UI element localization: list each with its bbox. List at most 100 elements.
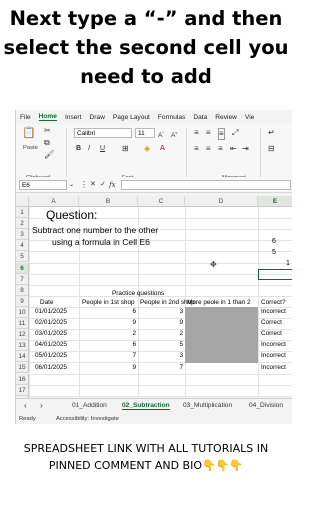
decrease-font-icon[interactable]: Av xyxy=(171,128,177,141)
menu-formulas[interactable]: Formulas xyxy=(158,114,185,121)
status-ready: Ready xyxy=(19,416,36,422)
borders-icon[interactable]: ⊞ xyxy=(122,144,129,154)
menu-view[interactable]: Vie xyxy=(245,114,254,121)
paste-icon[interactable]: 📋 xyxy=(22,128,36,142)
prev-sheet-icon[interactable]: ‹ xyxy=(24,401,27,411)
table-cell-date: 01/01/2025 xyxy=(35,308,67,315)
table-cell-result: Incorrect xyxy=(261,352,286,360)
col-header-a[interactable]: A xyxy=(29,196,79,207)
decrease-indent-icon[interactable]: ⇤ xyxy=(230,144,237,154)
question-line-1: Subtract one number to the other xyxy=(32,225,159,235)
row-header[interactable]: 6 xyxy=(16,262,29,274)
col-header-b[interactable]: B xyxy=(79,196,138,207)
align-bottom-icon[interactable]: ≡ xyxy=(218,128,225,140)
font-color-icon[interactable]: A xyxy=(160,144,165,154)
practice-title: Practice questions xyxy=(112,290,165,297)
italic-button[interactable]: I xyxy=(88,144,90,154)
table-cell-date: 04/01/2025 xyxy=(35,341,67,349)
enter-icon[interactable]: ✓ xyxy=(100,180,106,190)
underline-button[interactable]: U xyxy=(100,144,105,154)
cut-icon[interactable]: ✂ xyxy=(44,126,51,136)
row-header[interactable]: 4 xyxy=(16,240,29,252)
row-header[interactable]: 8 xyxy=(16,284,29,296)
align-left-icon[interactable]: ≡ xyxy=(194,144,199,154)
font-size-select[interactable]: 11 xyxy=(135,128,155,138)
formula-bar: E6 ⌄ ⋮ ✕ ✓ fx xyxy=(16,177,292,193)
row-header[interactable]: 11 xyxy=(16,318,29,330)
cursor-icon: ✥ xyxy=(210,260,217,269)
menu-page-layout[interactable]: Page Layout xyxy=(113,114,150,121)
menu-file[interactable]: File xyxy=(20,114,31,121)
table-cell-shop2: 3 xyxy=(179,308,183,315)
row-header[interactable]: 10 xyxy=(16,306,29,318)
menu-home[interactable]: Home xyxy=(38,113,57,121)
row-header[interactable]: 17 xyxy=(16,384,29,396)
accessibility-status[interactable]: Accessibility: Investigate xyxy=(56,416,119,422)
name-box[interactable]: E6 xyxy=(19,180,67,190)
fill-color-icon[interactable]: ◈ xyxy=(144,144,150,154)
chevron-down-icon[interactable]: ⌄ xyxy=(69,180,74,190)
status-bar: Ready Accessibility: Investigate xyxy=(16,415,292,424)
row-header[interactable]: 1 xyxy=(16,207,29,219)
col-header-e[interactable]: E xyxy=(258,196,292,207)
table-cell-result: Incorrect xyxy=(261,341,286,349)
row-header[interactable]: 9 xyxy=(16,295,29,307)
col-header-c[interactable]: C xyxy=(138,196,185,207)
row-header[interactable]: 16 xyxy=(16,373,29,385)
fx-button[interactable]: fx xyxy=(109,180,116,190)
table-cell-date: 02/01/2025 xyxy=(35,319,67,327)
copy-icon[interactable]: ⧉ xyxy=(44,138,50,148)
menu-data[interactable]: Data xyxy=(193,114,207,121)
gridline-row xyxy=(29,384,292,386)
table-cell-date: 03/01/2025 xyxy=(35,330,67,338)
row-header[interactable]: 14 xyxy=(16,351,29,363)
question-title: Question: xyxy=(46,208,98,222)
format-painter-icon[interactable]: 🖌 xyxy=(44,150,54,160)
ribbon-tabs: File Home Insert Draw Page Layout Formul… xyxy=(16,110,292,124)
orientation-icon[interactable]: ⤢ xyxy=(232,128,238,138)
more-icon[interactable]: ⋮ xyxy=(80,180,88,190)
row-header[interactable]: 2 xyxy=(16,218,29,230)
table-cell-shop1: 9 xyxy=(132,319,136,327)
ribbon-divider xyxy=(186,128,187,178)
col-header-d[interactable]: D xyxy=(185,196,258,207)
font-name-select[interactable]: Calibri xyxy=(74,128,132,138)
header-shop1: People in 1st shop xyxy=(82,299,135,306)
tab-subtraction[interactable]: 02_Subtraction xyxy=(122,402,170,410)
row-header[interactable]: 5 xyxy=(16,251,29,263)
gridline-row xyxy=(29,273,292,275)
merge-center-icon[interactable]: ⊟ xyxy=(268,144,275,154)
increase-font-icon[interactable]: A^ xyxy=(158,128,164,141)
align-right-icon[interactable]: ≡ xyxy=(218,144,223,154)
menu-draw[interactable]: Draw xyxy=(89,114,104,121)
row-header[interactable]: 7 xyxy=(16,273,29,285)
active-cell-e6[interactable] xyxy=(258,269,292,280)
table-cell-result: Incorrect xyxy=(261,308,286,315)
row-header[interactable]: 12 xyxy=(16,329,29,341)
increase-indent-icon[interactable]: ⇥ xyxy=(242,144,249,154)
formula-input[interactable] xyxy=(121,180,291,190)
row-header[interactable]: 3 xyxy=(16,229,29,241)
header-difference: More peole in 1 than 2 xyxy=(187,299,251,306)
table-cell-shop2: 9 xyxy=(179,319,183,327)
paste-label: Paste xyxy=(23,145,38,151)
align-middle-icon[interactable]: ≡ xyxy=(206,128,211,138)
row-header[interactable]: 13 xyxy=(16,340,29,352)
wrap-text-icon[interactable]: ↵ xyxy=(268,128,275,138)
tab-addition[interactable]: 01_Addition xyxy=(72,402,107,409)
row-header[interactable]: 15 xyxy=(16,362,29,374)
ribbon: 📋 Paste ✂ ⧉ 🖌 Clipboard Calibri 11 A^ Av… xyxy=(16,124,292,184)
menu-review[interactable]: Review xyxy=(215,114,237,121)
answer-area-shaded[interactable] xyxy=(185,307,258,363)
align-center-icon[interactable]: ≡ xyxy=(206,144,211,154)
next-sheet-icon[interactable]: › xyxy=(40,401,43,411)
menu-insert[interactable]: Insert xyxy=(65,114,82,121)
table-cell-shop2: 5 xyxy=(179,341,183,349)
select-all-corner[interactable] xyxy=(16,196,29,207)
table-cell-shop1: 9 xyxy=(132,363,136,371)
align-top-icon[interactable]: ≡ xyxy=(194,128,199,138)
tab-multiplication[interactable]: 03_Multiplication xyxy=(183,402,232,409)
cancel-icon[interactable]: ✕ xyxy=(90,180,96,190)
tab-division[interactable]: 04_Division xyxy=(249,402,283,409)
bold-button[interactable]: B xyxy=(76,144,81,154)
